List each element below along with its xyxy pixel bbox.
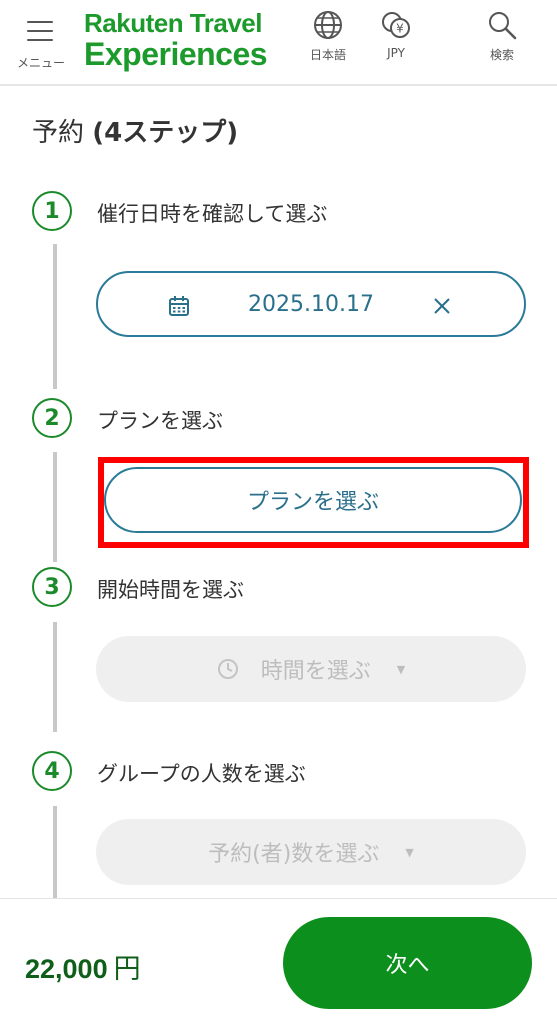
- search-label: 検索: [489, 48, 514, 62]
- step-number-2: 2: [32, 398, 72, 438]
- language-label: 日本語: [309, 48, 346, 62]
- time-selector[interactable]: 時間を選ぶ ▼: [96, 636, 526, 702]
- clear-icon[interactable]: [432, 296, 452, 316]
- title-steps: (4ステップ): [92, 118, 239, 148]
- currency-icon: ¥: [382, 12, 410, 38]
- step-connector: [53, 806, 57, 900]
- currency-label: JPY: [387, 46, 405, 60]
- header: メニュー Rakuten Travel Experiences 日本語 ¥ JP…: [0, 0, 557, 86]
- step-label-1: 催行日時を確認して選ぶ: [97, 202, 328, 226]
- svg-text:¥: ¥: [396, 22, 404, 36]
- price-currency: 円: [113, 954, 141, 984]
- logo[interactable]: Rakuten Travel Experiences: [84, 8, 268, 72]
- group-size-selector[interactable]: 予約(者)数を選ぶ ▼: [96, 819, 526, 885]
- logo-line2: Experiences: [84, 36, 268, 72]
- calendar-icon: [169, 296, 189, 316]
- globe-icon: [314, 11, 342, 39]
- step-connector: [53, 452, 57, 562]
- page-title: 予約 (4ステップ): [32, 112, 238, 149]
- step-number-1: 1: [32, 191, 72, 231]
- step-label-4: グループの人数を選ぶ: [97, 762, 306, 786]
- footer-bar: 22,000 円 次へ: [0, 898, 557, 1025]
- step-label-3: 開始時間を選ぶ: [97, 578, 244, 602]
- hamburger-icon: [27, 21, 53, 41]
- logo-line1: Rakuten Travel: [84, 8, 262, 38]
- currency-button[interactable]: ¥ JPY: [366, 10, 426, 70]
- group-size-placeholder: 予約(者)数を選ぶ: [208, 842, 380, 867]
- step-connector: [53, 244, 57, 389]
- menu-label: メニュー: [16, 56, 65, 70]
- chevron-down-icon: ▼: [405, 845, 414, 859]
- price-value: 22,000: [25, 954, 108, 984]
- title-prefix: 予約: [32, 118, 93, 148]
- selected-date: 2025.10.17: [248, 291, 374, 317]
- step-number-3: 3: [32, 567, 72, 607]
- highlight-box: [98, 457, 529, 548]
- menu-button[interactable]: メニュー: [10, 14, 72, 72]
- chevron-down-icon: ▼: [396, 662, 406, 676]
- search-icon: [489, 12, 517, 40]
- total-price: 22,000 円: [25, 947, 141, 986]
- step-label-2: プランを選ぶ: [97, 409, 223, 433]
- language-button[interactable]: 日本語: [298, 10, 358, 70]
- date-selector[interactable]: 2025.10.17: [96, 271, 526, 337]
- next-button[interactable]: 次へ: [283, 917, 532, 1009]
- time-placeholder: 時間を選ぶ: [260, 659, 371, 684]
- step-number-4: 4: [32, 751, 72, 791]
- step-connector: [53, 622, 57, 732]
- search-button[interactable]: 検索: [472, 10, 532, 70]
- clock-icon: [217, 659, 238, 679]
